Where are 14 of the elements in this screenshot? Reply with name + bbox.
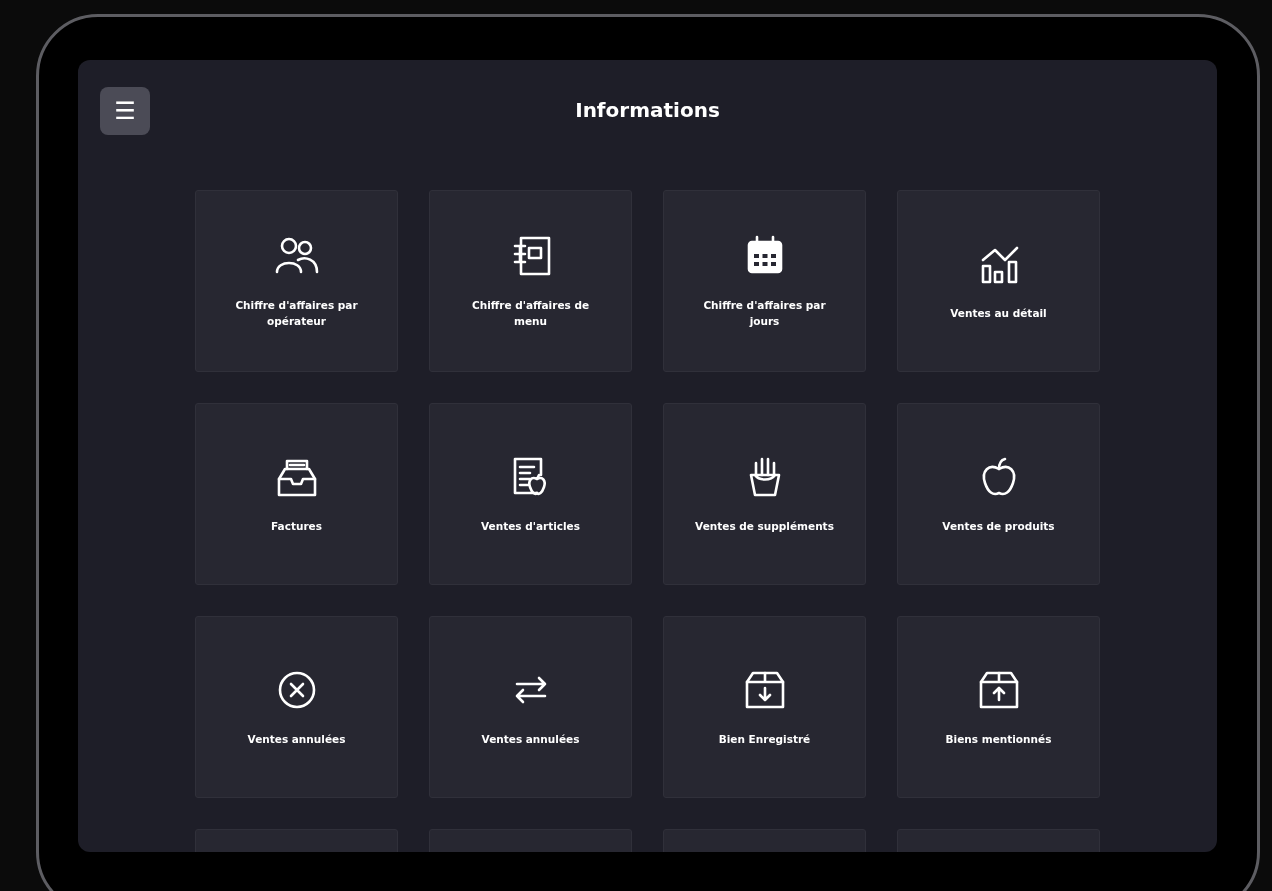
report-tile[interactable]: Ventes de suppléments (663, 403, 866, 585)
report-tile[interactable]: Chiffre d'affaires de menu (429, 190, 632, 372)
report-tile[interactable]: Ventes annulées (429, 616, 632, 798)
report-tile[interactable]: Ventes au détail (897, 190, 1100, 372)
report-tile[interactable]: Ventes d'articles (429, 403, 632, 585)
page-title: Informations (575, 98, 720, 122)
report-tile[interactable]: Chiffre d'affaires par opérateur (195, 190, 398, 372)
report-tile[interactable]: Factures (195, 403, 398, 585)
report-tile[interactable]: Ventes de produits (897, 403, 1100, 585)
report-tile[interactable]: Chiffre d'affaires par jours (663, 190, 866, 372)
menu-button[interactable]: ☰ (100, 87, 150, 135)
report-tile[interactable]: Biens mentionnés (897, 616, 1100, 798)
report-tile[interactable]: Bien Enregistré (663, 616, 866, 798)
report-tile[interactable]: Ventes annulées (195, 616, 398, 798)
